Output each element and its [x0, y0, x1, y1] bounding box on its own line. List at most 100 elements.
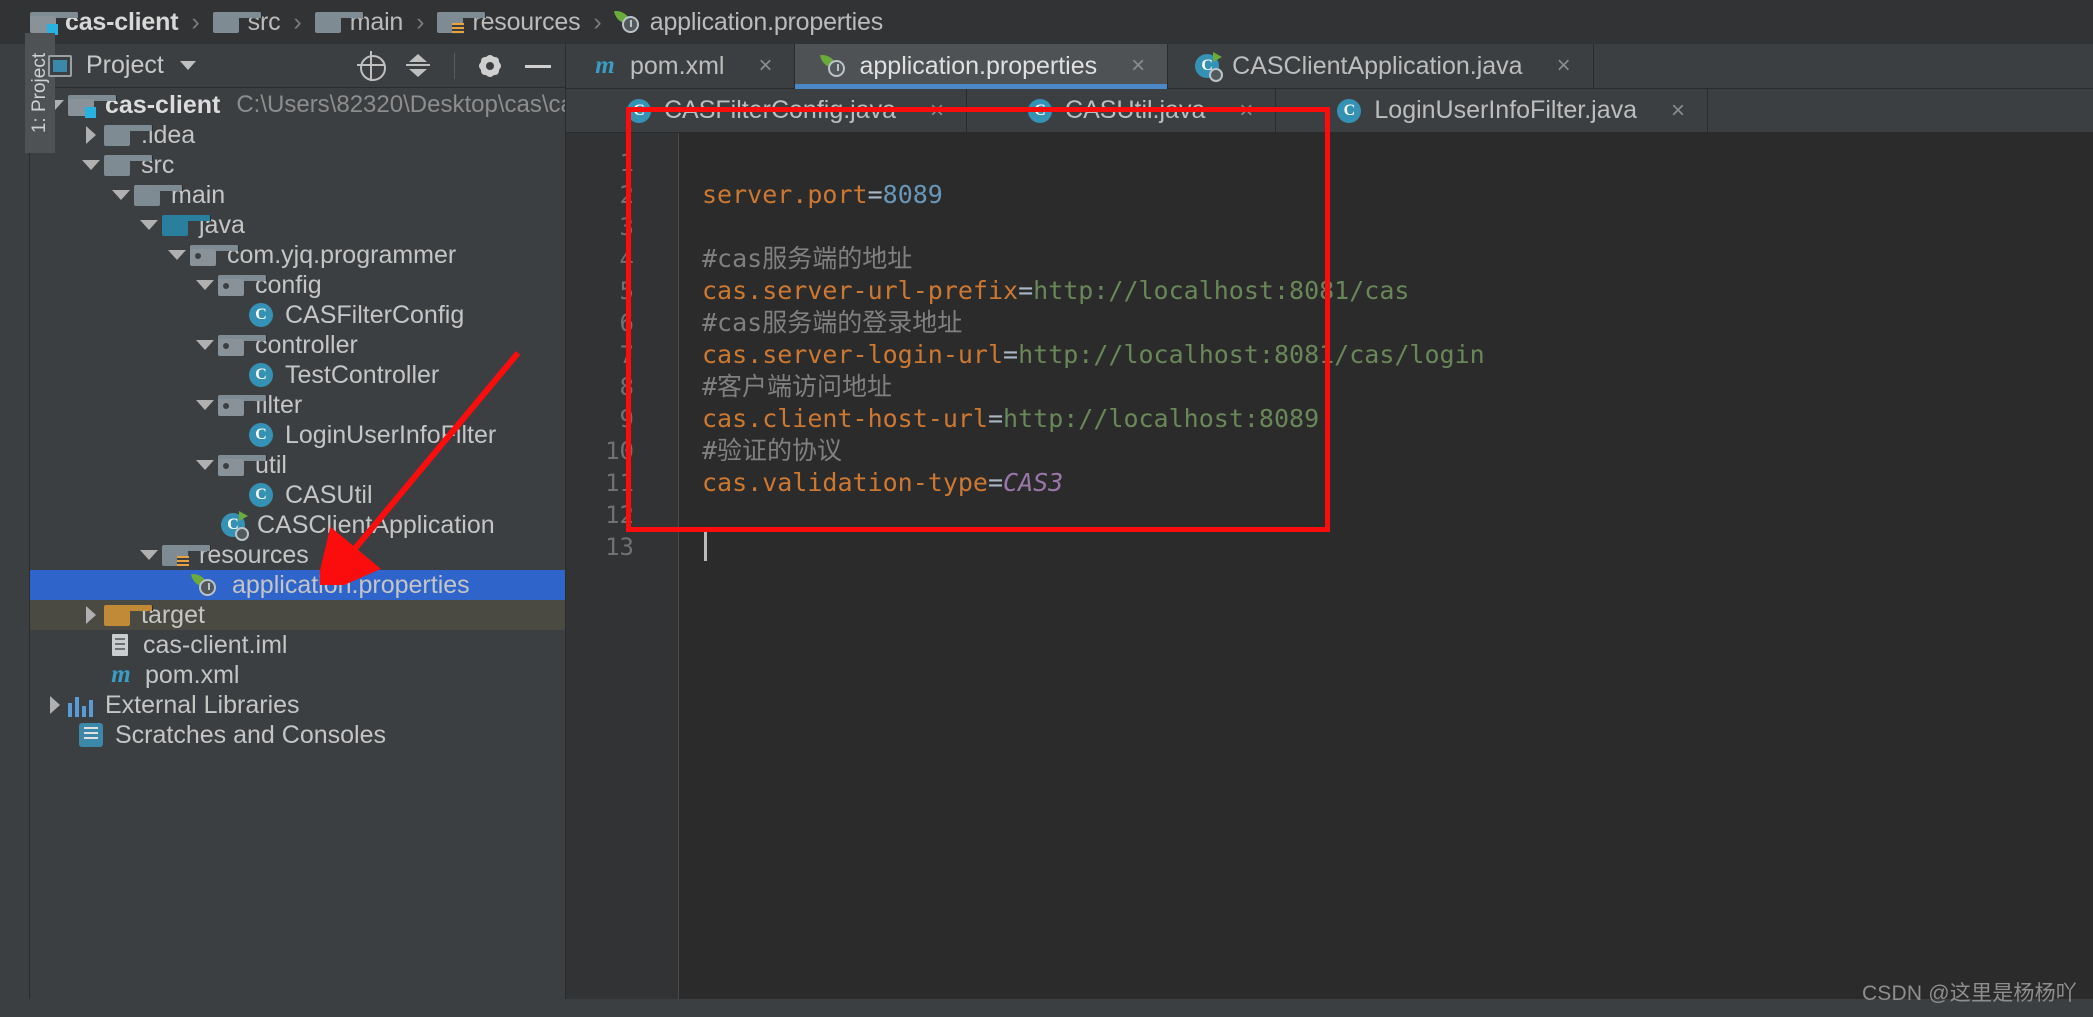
chevron-down-icon[interactable] — [192, 400, 218, 410]
tree-node-label: resources — [199, 540, 309, 569]
chevron-down-icon[interactable] — [192, 460, 218, 470]
editor-tab-label: CASClientApplication.java — [1232, 51, 1523, 80]
property-key: cas.validation-type — [702, 468, 988, 497]
hide-window-icon[interactable] — [525, 53, 551, 79]
package-icon — [218, 454, 267, 476]
editor-tab-pom-xml[interactable]: m pom.xml × — [566, 44, 796, 88]
project-tree[interactable]: cas-client C:\Users\82320\Desktop\cas\ca… — [30, 88, 565, 1017]
left-tool-window-strip: 1: Project — [0, 33, 55, 1017]
chevron-right-icon[interactable] — [78, 606, 104, 624]
tree-node-util[interactable]: util — [30, 450, 565, 480]
tree-node-java[interactable]: java — [30, 210, 565, 240]
project-panel-actions — [357, 50, 551, 81]
java-class-icon: C — [626, 98, 652, 124]
code-line-13 — [702, 531, 2093, 563]
editor-tab-casutil-java[interactable]: C CASUtil.java × — [967, 89, 1277, 132]
tree-node-casclientapplication[interactable]: C CASClientApplication — [30, 510, 565, 541]
tree-node-main[interactable]: main — [30, 180, 565, 210]
chevron-down-icon[interactable] — [78, 160, 104, 170]
property-value: http://localhost:8089 — [1003, 404, 1320, 433]
tree-node-cas-client-iml[interactable]: cas-client.iml — [30, 630, 565, 660]
chevron-down-icon[interactable] — [164, 250, 190, 260]
tree-node-casutil[interactable]: C CASUtil — [30, 480, 565, 510]
editor-tab-row-2: C CASFilterConfig.java × C CASUtil.java … — [566, 89, 2093, 133]
tree-node-path: C:\Users\82320\Desktop\cas\cas-client — [236, 91, 565, 118]
editor-tab-application-properties[interactable]: application.properties × — [795, 44, 1169, 89]
maven-icon: m — [111, 661, 131, 688]
tree-node-config[interactable]: config — [30, 270, 565, 300]
close-icon[interactable]: × — [930, 97, 944, 125]
breadcrumb-item-main[interactable]: main — [314, 8, 403, 37]
line-number: 8 — [619, 373, 634, 401]
chevron-down-icon[interactable] — [192, 280, 218, 290]
property-value: http://localhost:8081/cas — [1033, 276, 1410, 305]
property-key: cas.server-login-url — [702, 340, 1004, 369]
tree-node-resources[interactable]: resources — [30, 540, 565, 570]
editor-tab-casclientapplication-java[interactable]: C CASClientApplication.java × — [1168, 44, 1594, 88]
locate-in-tree-icon[interactable] — [357, 50, 386, 81]
breadcrumb-label: application.properties — [649, 7, 883, 36]
tree-node-cas-client[interactable]: cas-client C:\Users\82320\Desktop\cas\ca… — [30, 90, 565, 120]
chevron-down-icon[interactable] — [136, 220, 162, 230]
tree-node-filter[interactable]: filter — [30, 390, 565, 420]
chevron-down-icon[interactable] — [192, 340, 218, 350]
chevron-down-icon[interactable] — [179, 61, 196, 70]
tree-node-testcontroller[interactable]: C TestController — [30, 360, 565, 390]
chevron-right-icon[interactable] — [42, 696, 68, 714]
line-number: 11 — [605, 469, 634, 497]
code-line-2: server.port=8089 — [702, 179, 2093, 211]
collapse-all-icon[interactable] — [406, 53, 432, 79]
tree-node-scratches-and-consoles[interactable]: Scratches and Consoles — [30, 720, 565, 750]
editor-tab-label: pom.xml — [630, 51, 725, 80]
chevron-down-icon[interactable] — [136, 550, 162, 560]
tree-node-casfilterconfig[interactable]: C CASFilterConfig — [30, 300, 565, 330]
chevron-right-icon[interactable] — [78, 126, 104, 144]
close-icon[interactable]: × — [758, 52, 772, 80]
editor-tab-loginuserinfofilter-java[interactable]: C LoginUserInfoFilter.java × — [1276, 89, 1709, 132]
tree-node-target[interactable]: target — [30, 600, 565, 630]
editor-area: m pom.xml × application.properties × C C… — [566, 44, 2093, 1017]
close-icon[interactable]: × — [1239, 97, 1253, 125]
close-icon[interactable]: × — [1557, 52, 1571, 80]
gear-icon[interactable] — [477, 53, 503, 79]
comment-text: #验证的协议 — [702, 436, 843, 465]
breadcrumb-item-resources[interactable]: resources — [437, 8, 581, 37]
breadcrumb-item-src[interactable]: src — [212, 8, 281, 37]
property-separator: = — [987, 404, 1004, 433]
editor-viewport[interactable]: 1 2 3 4 5 6 7 8 9 10 11 12 13 server.por… — [566, 133, 2093, 1017]
tree-node-external-libraries[interactable]: External Libraries — [30, 690, 565, 720]
spring-properties-icon — [820, 53, 847, 79]
tree-node-label: cas-client — [105, 90, 221, 119]
breadcrumb: cas-client › src › main › resources › ap… — [0, 0, 2093, 44]
editor-tab-casfilterconfig-java[interactable]: C CASFilterConfig.java × — [566, 89, 968, 132]
tree-node-src[interactable]: src — [30, 150, 565, 180]
tree-node-pom-xml[interactable]: m pom.xml — [30, 660, 565, 690]
line-number: 3 — [619, 213, 634, 241]
code-text[interactable]: server.port=8089 #cas服务端的地址 cas.server-u… — [678, 133, 2093, 1017]
tree-node-com-yjq-programmer[interactable]: com.yjq.programmer — [30, 240, 565, 270]
text-caret — [704, 531, 707, 561]
java-class-icon: C — [248, 422, 274, 448]
tree-node-application-properties[interactable]: application.properties — [30, 570, 565, 600]
chevron-down-icon[interactable] — [108, 190, 134, 200]
folder-icon — [314, 11, 364, 33]
code-line-4: #cas服务端的地址 — [702, 243, 2093, 275]
close-icon[interactable]: × — [1131, 52, 1145, 80]
folder-icon — [104, 124, 153, 146]
code-folding-gutter[interactable] — [650, 133, 678, 1017]
tree-node-label: TestController — [285, 360, 440, 389]
tree-node-idea[interactable]: .idea — [30, 120, 565, 150]
tree-node-loginuserinfofilter[interactable]: C LoginUserInfoFilter — [30, 420, 565, 450]
main-body: 1: Project Project cas-client C:\Users\8… — [0, 33, 2093, 1017]
close-icon[interactable]: × — [1671, 97, 1685, 125]
line-number: 6 — [619, 309, 634, 337]
module-folder-icon — [30, 11, 79, 35]
breadcrumb-item-application-properties[interactable]: application.properties — [613, 7, 883, 37]
library-icon — [68, 693, 94, 717]
tree-node-controller[interactable]: controller — [30, 330, 565, 360]
property-value: CAS3 — [1003, 468, 1064, 497]
java-class-icon: C — [248, 302, 274, 328]
code-line-8: #客户端访问地址 — [702, 371, 2093, 403]
module-folder-icon — [68, 94, 117, 118]
tool-window-button-project[interactable]: 1: Project — [25, 33, 55, 153]
